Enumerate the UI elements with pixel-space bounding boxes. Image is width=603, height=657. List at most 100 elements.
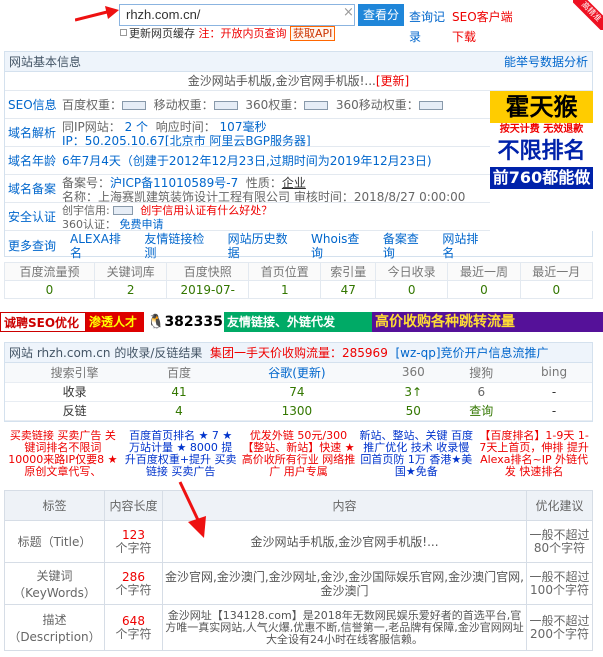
text-ads[interactable]: 买卖链接 买卖广告 关键词排名不限词 10000来路IP仅要8 ★ 原创文章代写… xyxy=(4,430,593,478)
security-row: 安全认证 创宇信用: 创宇信用认证有什么好处？ 360认证： 免费申请 xyxy=(5,203,490,231)
banner-links: 友情链接、外链代发 xyxy=(224,312,372,332)
stat-header: 首页位置 xyxy=(248,262,322,281)
idx-header: bing xyxy=(516,363,592,383)
sogou-query-link[interactable]: 查询 xyxy=(446,401,517,421)
tdk-content: 金沙网站手机版,金沙官网手机版!... xyxy=(162,520,527,563)
nature-value: 企业 xyxy=(281,176,306,190)
update-link[interactable]: [更新] xyxy=(376,74,409,88)
tdk-header: 内容 xyxy=(162,490,527,521)
red-arrow-icon xyxy=(75,6,119,22)
idx-header[interactable]: 谷歌(更新) xyxy=(213,363,381,383)
cache-checkbox[interactable] xyxy=(120,29,127,36)
more-query-row: 更多查询 ALEXA排名 友情链接检测 网站历史数据 Whois查询 备案查询 … xyxy=(5,231,490,260)
credit-link[interactable]: 创宇信用认证有什么好处？ xyxy=(140,204,272,217)
stat-header: 百度流量预 xyxy=(4,262,95,281)
search-button[interactable]: 查看分析 xyxy=(358,4,404,44)
tdk-header: 内容长度 xyxy=(104,490,163,521)
stat-value: 2 xyxy=(93,280,168,299)
row-label: 安全认证 xyxy=(8,210,57,224)
stat-value: 47 xyxy=(320,280,377,299)
tdk-unit: 个字符 xyxy=(115,582,152,597)
idx-cell: 50 xyxy=(380,401,447,421)
text-ad[interactable]: 买卖链接 买卖广告 关键词排名不限词 10000来路IP仅要8 ★ 原创文章代写… xyxy=(4,430,122,478)
tdk-len: 123 xyxy=(122,527,145,542)
data-analysis-link[interactable]: 能举号数据分析 xyxy=(504,52,588,72)
index-header: 网站 rhzh.com.cn 的收录/反链结果 集团一手天价收购流量：28596… xyxy=(5,343,592,363)
idx-cell: 4 xyxy=(144,401,214,421)
idx-cell: - xyxy=(516,382,592,402)
tdk-tag: 关键词（KeyWords） xyxy=(4,562,105,605)
banner-seo: 诚聘SEO优化 xyxy=(0,312,86,332)
stat-value: 0 xyxy=(4,280,95,299)
whois-link[interactable]: Whois查询 xyxy=(311,232,371,260)
stat-value: 0 xyxy=(447,280,521,299)
icp-query-link[interactable]: 备案查询 xyxy=(383,232,431,260)
tdk-advice: 一般不超过80个字符 xyxy=(526,520,593,563)
idx-cell: 1300 xyxy=(213,401,381,421)
stat-value: 0 xyxy=(375,280,449,299)
text-ad[interactable]: 【百度排名】1-9天 1-7天上首页，伸排 提升Alexa排名~IP 外链代发 … xyxy=(475,430,593,478)
search-input[interactable]: rhzh.com.cn/ xyxy=(119,4,355,26)
options-bar: 更新网页缓存 注：开放内页查询 获取API xyxy=(120,26,336,41)
tdk-unit: 个字符 xyxy=(115,626,152,641)
index-section: 网站 rhzh.com.cn 的收录/反链结果 集团一手天价收购流量：28596… xyxy=(4,342,593,422)
query-history-link[interactable]: 查询记录 xyxy=(409,7,449,47)
tdk-content: 金沙网址【134128.com】是2018年无数网民娱乐爱好者的首选平台,官方唯… xyxy=(162,604,527,651)
clear-icon[interactable]: × xyxy=(343,5,354,20)
banner-qq: 🐧3823355 xyxy=(144,312,224,332)
rank-link[interactable]: 网站排名 xyxy=(442,232,490,260)
tdk-header: 优化建议 xyxy=(526,490,593,521)
tdk-tag: 描述（Description） xyxy=(4,604,105,651)
note-text: 注：开放内页查询 xyxy=(198,27,287,40)
api-link[interactable]: 获取API xyxy=(290,26,336,41)
row-label: 域名解析 xyxy=(8,126,57,140)
tdk-header: 标签 xyxy=(4,490,105,521)
stat-value: 1 xyxy=(248,280,322,299)
mobile-weight-icon xyxy=(213,100,238,110)
idx-cell: 3↑ xyxy=(380,382,447,402)
ad-bottom: 前760都能做 xyxy=(490,167,593,189)
basic-info-section: 网站基本信息 能举号数据分析 金沙网站手机版,金沙官网手机版!...[更新] SE… xyxy=(4,51,593,260)
stats-table: 百度流量预 关键词库 百度快照 首页位置 索引量 今日收录 最近一周 最近一月 0 2 2019-… xyxy=(4,262,594,302)
side-ad[interactable]: 霍天猴 按天计费 无效退款 不限排名 前760都能做 xyxy=(490,91,593,231)
stat-header: 今日收录 xyxy=(375,262,449,281)
alexa-link[interactable]: ALEXA排名 xyxy=(70,232,132,260)
basic-info-header: 网站基本信息 能举号数据分析 xyxy=(5,52,592,72)
same-ip-link[interactable]: 2 个 xyxy=(125,120,148,134)
360-weight-icon xyxy=(304,100,329,110)
360-apply-link[interactable]: 免费申请 xyxy=(120,218,164,230)
ad-main: 不限排名 xyxy=(497,139,586,164)
stat-header: 关键词库 xyxy=(93,262,168,281)
stat-value: 2019-07- xyxy=(166,280,250,299)
icp-link[interactable]: 沪ICP备11010589号-7 xyxy=(110,176,238,190)
credit-icon xyxy=(113,206,134,215)
ad-sub: 按天计费 无效退款 xyxy=(499,124,584,135)
ad-banner[interactable]: 诚聘SEO优化 渗透人才 🐧3823355 友情链接、外链代发 高价收购各种跳转… xyxy=(0,312,603,332)
idx-cell: 反链 xyxy=(5,401,145,421)
stat-header: 索引量 xyxy=(320,262,377,281)
stat-header: 最近一周 xyxy=(447,262,521,281)
idx-header: 搜狗 xyxy=(446,363,517,383)
domain-age-row: 域名年龄 6年7月4天（创建于2012年12月23日,过期时间为2019年12月… xyxy=(5,147,490,175)
friend-link-check[interactable]: 友情链接检测 xyxy=(144,232,215,260)
qq-icon: 🐧 xyxy=(147,314,165,330)
history-link[interactable]: 网站历史数据 xyxy=(228,232,299,260)
stat-value: 0 xyxy=(519,280,594,299)
cache-label: 更新网页缓存 xyxy=(129,27,195,40)
text-ad[interactable]: 新站、整站、关键 百度推广优化 技术 收录慢回首页防 1万 香港★美国★免备 xyxy=(357,430,475,478)
tdk-len: 286 xyxy=(122,569,145,584)
qq-link[interactable]: [wz-qp] xyxy=(395,346,440,360)
tdk-table: 标签 内容长度 内容 优化建议 标题（Title） 123 个字符 金沙网站手机版,金沙官网… xyxy=(4,490,593,651)
seo-info-row: SEO信息 百度权重： 移动权重： 360权重： 360移动权重： xyxy=(5,91,490,119)
idx-cell: 6 xyxy=(446,382,517,402)
tdk-advice: 一般不超过200个字符 xyxy=(526,604,593,651)
idx-header: 搜索引擎 xyxy=(5,363,145,383)
seo-client-download-link[interactable]: SEO客户端下载 xyxy=(452,7,520,47)
text-ad[interactable]: 优发外链 50元/300 【整站、新站】快速 ★ 高价收所有行业 网络推广 用户… xyxy=(240,430,358,478)
baidu-weight-icon xyxy=(122,100,147,110)
idx-cell: 41 xyxy=(144,382,214,402)
text-ad[interactable]: 百度首页排名 ★ 7 ★万站计量 ★ 8000 提升百度权重+提升 买卖链接 买… xyxy=(122,430,240,478)
tdk-len: 648 xyxy=(122,613,145,628)
banner-talent: 渗透人才 xyxy=(86,312,144,332)
row-label: 域名年龄 xyxy=(8,154,57,168)
